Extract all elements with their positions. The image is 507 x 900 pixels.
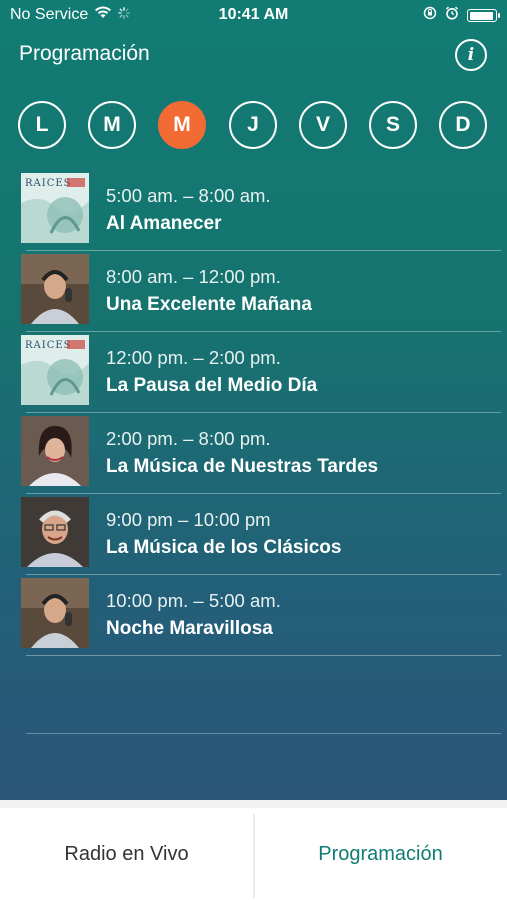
page-title: Programación — [19, 42, 150, 65]
schedule-time: 10:00 pm. – 5:00 am. — [106, 590, 281, 611]
info-button[interactable]: i — [455, 39, 487, 71]
list-end-divider — [26, 733, 501, 734]
logo-text: RAICES — [25, 340, 72, 351]
host-photo-image — [21, 578, 89, 648]
schedule-title: Al Amanecer — [106, 213, 222, 234]
tab-label: Programación — [318, 842, 443, 865]
host-photo-image — [21, 416, 89, 486]
day-button-miercoles[interactable]: M — [158, 101, 206, 149]
day-button-jueves[interactable]: J — [229, 101, 277, 149]
day-selector: L M M J V S D — [18, 101, 490, 151]
day-button-domingo[interactable]: D — [439, 101, 487, 149]
schedule-row[interactable]: 9:00 pm – 10:00 pm La Música de los Clás… — [0, 494, 507, 575]
day-button-viernes[interactable]: V — [299, 101, 347, 149]
tab-label: Radio en Vivo — [64, 842, 189, 865]
day-label: D — [455, 113, 471, 136]
schedule-row[interactable]: 8:00 am. – 12:00 pm. Una Excelente Mañan… — [0, 251, 507, 332]
tab-radio-en-vivo[interactable]: Radio en Vivo — [0, 808, 253, 900]
schedule-row[interactable]: 10:00 pm. – 5:00 am. Noche Maravillosa — [0, 575, 507, 656]
schedule-title: La Música de Nuestras Tardes — [106, 456, 379, 477]
raices-logo-image: RAICES — [21, 335, 89, 405]
schedule-title: La Música de los Clásicos — [106, 537, 342, 558]
schedule-time: 8:00 am. – 12:00 pm. — [106, 266, 281, 287]
rotation-lock-icon — [423, 6, 437, 25]
alarm-icon — [445, 6, 459, 25]
row-divider — [26, 655, 501, 656]
schedule-time: 12:00 pm. – 2:00 pm. — [106, 347, 281, 368]
day-button-sabado[interactable]: S — [369, 101, 417, 149]
schedule-time: 9:00 pm – 10:00 pm — [106, 509, 271, 530]
day-button-martes[interactable]: M — [88, 101, 136, 149]
tab-programacion[interactable]: Programación — [254, 808, 507, 900]
day-label: V — [315, 113, 330, 136]
tab-bar: Radio en Vivo Programación — [0, 808, 507, 900]
schedule-time: 2:00 pm. – 8:00 pm. — [106, 428, 271, 449]
day-button-lunes[interactable]: L — [18, 101, 66, 149]
host-photo-image — [21, 497, 89, 567]
battery-icon — [467, 9, 500, 22]
day-label: M — [103, 113, 121, 136]
schedule-title: Una Excelente Mañana — [106, 294, 312, 315]
host-photo-image — [21, 254, 89, 324]
day-label: L — [35, 113, 49, 136]
schedule-row[interactable]: 2:00 pm. – 8:00 pm. La Música de Nuestra… — [0, 413, 507, 494]
status-right — [423, 6, 500, 25]
schedule-row[interactable]: RAICES 12:00 pm. – 2:00 pm. La Pausa del… — [0, 332, 507, 413]
info-icon: i — [467, 45, 475, 65]
status-bar: No Service 10:41 AM — [0, 0, 507, 30]
day-label: J — [247, 113, 259, 136]
raices-logo-image: RAICES — [21, 173, 89, 243]
schedule-title: Noche Maravillosa — [106, 618, 273, 639]
app-screen: No Service 10:41 AM Programación i L M M… — [0, 0, 507, 800]
day-label: S — [385, 113, 400, 136]
day-label: M — [173, 113, 191, 136]
schedule-title: La Pausa del Medio Día — [106, 375, 318, 396]
schedule-row[interactable]: RAICES 5:00 am. – 8:00 am. Al Amanecer — [0, 170, 507, 251]
logo-text: RAICES — [25, 178, 72, 189]
schedule-time: 5:00 am. – 8:00 am. — [106, 185, 271, 206]
